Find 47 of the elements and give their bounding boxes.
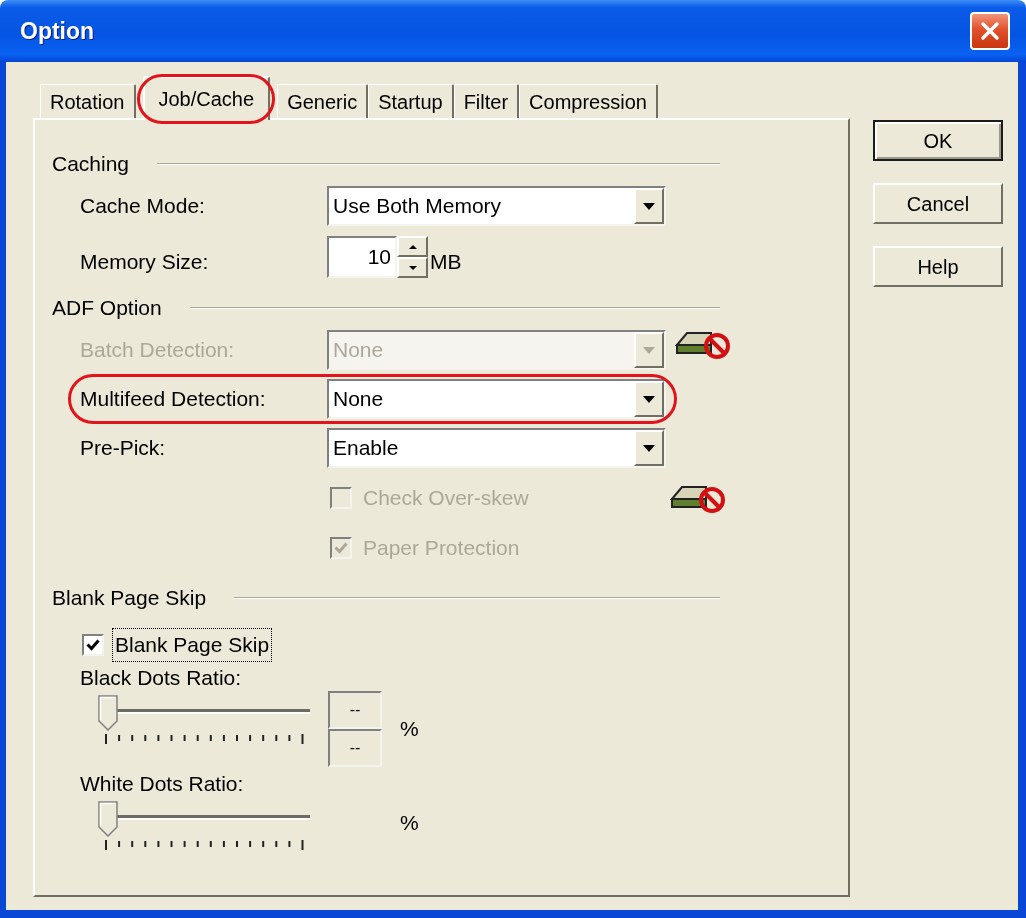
caret-down-icon — [643, 395, 655, 403]
dropdown-button[interactable] — [634, 430, 664, 466]
down-arrow-icon — [408, 265, 417, 270]
checkmark-icon — [86, 639, 100, 651]
field-label: Batch Detection: — [80, 338, 235, 362]
field-label: Memory Size: — [80, 250, 209, 274]
slider-track[interactable] — [98, 695, 310, 731]
unit-label: MB — [430, 249, 462, 276]
caret-down-icon — [643, 444, 655, 452]
dialog-button[interactable]: Help — [873, 246, 1003, 287]
slider-thumb[interactable] — [98, 801, 118, 837]
field-label: Multifeed Detection: — [80, 387, 266, 411]
field-label: Black Dots Ratio: — [80, 665, 242, 692]
checkbox[interactable] — [82, 634, 104, 656]
caret-down-icon — [643, 202, 655, 210]
dropdown-button[interactable] — [634, 188, 664, 224]
spin-up-button[interactable] — [397, 236, 428, 257]
readout-field: -- — [328, 729, 382, 767]
close-icon — [980, 21, 1000, 41]
field-label: White Dots Ratio: — [80, 771, 244, 798]
spin-field[interactable]: 10 — [327, 236, 397, 278]
close-button[interactable] — [970, 12, 1010, 50]
checkmark-icon — [334, 542, 348, 554]
checkbox-label: Blank Page Skip — [112, 628, 273, 662]
dialog-button[interactable]: Cancel — [873, 183, 1003, 224]
unit-label: % — [400, 810, 419, 837]
spin-down-button[interactable] — [397, 257, 428, 278]
caret-down-icon — [643, 346, 655, 354]
checkbox-label: Check Over-skew — [362, 485, 530, 512]
group-title: Caching — [52, 151, 130, 178]
slider-thumb[interactable] — [98, 695, 118, 731]
dialog-button[interactable]: OK — [873, 120, 1003, 161]
window-title: Option — [20, 16, 95, 46]
unit-label: % — [400, 716, 419, 743]
combo-box[interactable]: Use Both Memory — [327, 186, 666, 226]
tab[interactable]: Job/Cache — [142, 76, 271, 120]
group-title: ADF Option — [52, 295, 162, 322]
up-arrow-icon — [408, 244, 417, 249]
readout-field: -- — [328, 691, 382, 729]
combo-box[interactable]: Enable — [327, 428, 666, 468]
checkbox-label: Paper Protection — [362, 535, 521, 562]
group-title: Blank Page Skip — [52, 585, 207, 612]
dropdown-button[interactable] — [634, 381, 664, 417]
field-label: Pre-Pick: — [80, 436, 166, 460]
combo-box[interactable]: None — [327, 379, 666, 419]
slider-track[interactable] — [98, 801, 310, 837]
field-label: Cache Mode: — [80, 194, 205, 218]
